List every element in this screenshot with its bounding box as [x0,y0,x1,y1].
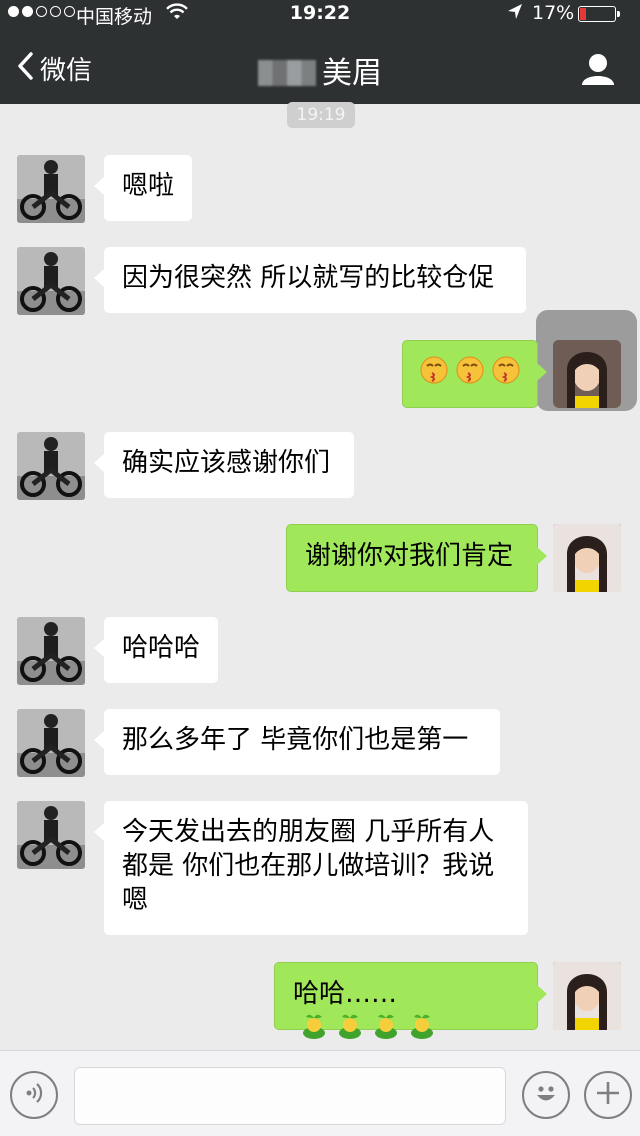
message-line: 嗯 [122,885,149,915]
message-timestamp: 19:19 [287,102,355,128]
message-text: 谢谢你对我们肯定 [305,541,514,571]
input-toolbar [0,1050,640,1136]
emoji-row [299,1011,437,1050]
battery-icon [578,6,620,22]
sprout-icon [407,1011,437,1050]
chat-title: 美眉 [0,48,640,92]
voice-icon [21,1080,47,1110]
status-bar: 中国移动 19:22 17% [0,0,640,28]
incoming-message-bubble[interactable]: 因为很突然 所以就写的比较仓促 [94,247,526,313]
message-input[interactable] [74,1067,506,1125]
message-text: 确实应该感谢你们 [122,448,331,478]
sender-avatar[interactable] [17,617,85,685]
kiss-face-icon [419,355,449,394]
kiss-face-icon [491,355,521,394]
emoji-button[interactable] [522,1071,570,1119]
redacted-name [258,60,316,86]
my-avatar[interactable] [553,524,621,592]
smiley-icon [531,1078,561,1112]
sprout-icon [335,1011,365,1050]
header: 中国移动 19:22 17% 微信 美眉 [0,0,640,104]
outgoing-message-bubble[interactable]: 哈哈…… [274,962,547,1039]
outgoing-message-bubble[interactable] [402,340,547,408]
voice-input-button[interactable] [10,1071,58,1119]
message-text: 哈哈…… [293,979,398,1009]
message-text: 嗯啦 [122,171,175,201]
incoming-message-bubble[interactable]: 那么多年了 毕竟你们也是第一 [94,709,500,775]
incoming-message-bubble[interactable]: 哈哈哈 [94,617,218,683]
incoming-message-bubble[interactable]: 今天发出去的朋友圈 几乎所有人 都是 你们也在那儿做培训？我说 嗯 [94,801,528,935]
message-line: 今天发出去的朋友圈 几乎所有人 [122,817,495,847]
sender-avatar[interactable] [17,709,85,777]
contact-profile-icon[interactable] [580,52,616,86]
message-text: 因为很突然 所以就写的比较仓促 [122,263,495,293]
sender-avatar[interactable] [17,432,85,500]
sender-avatar[interactable] [17,247,85,315]
my-avatar[interactable] [553,962,621,1030]
sprout-icon [299,1011,329,1050]
sender-avatar[interactable] [17,155,85,223]
battery-percent: 17% [532,2,575,24]
kiss-face-icon [455,355,485,394]
chat-title-text: 美眉 [322,56,382,91]
message-text: 哈哈哈 [122,633,201,663]
sprout-icon [371,1011,401,1050]
my-avatar[interactable] [553,340,621,408]
plus-icon [594,1079,622,1111]
sender-avatar[interactable] [17,801,85,869]
emoji-row [419,355,521,394]
message-line: 都是 你们也在那儿做培训？我说 [122,851,495,881]
message-text: 那么多年了 毕竟你们也是第一 [122,725,469,755]
incoming-message-bubble[interactable]: 确实应该感谢你们 [94,432,354,498]
outgoing-message-bubble[interactable]: 谢谢你对我们肯定 [286,524,547,592]
location-arrow-icon [506,2,524,27]
incoming-message-bubble[interactable]: 嗯啦 [94,155,192,221]
more-options-button[interactable] [584,1071,632,1119]
